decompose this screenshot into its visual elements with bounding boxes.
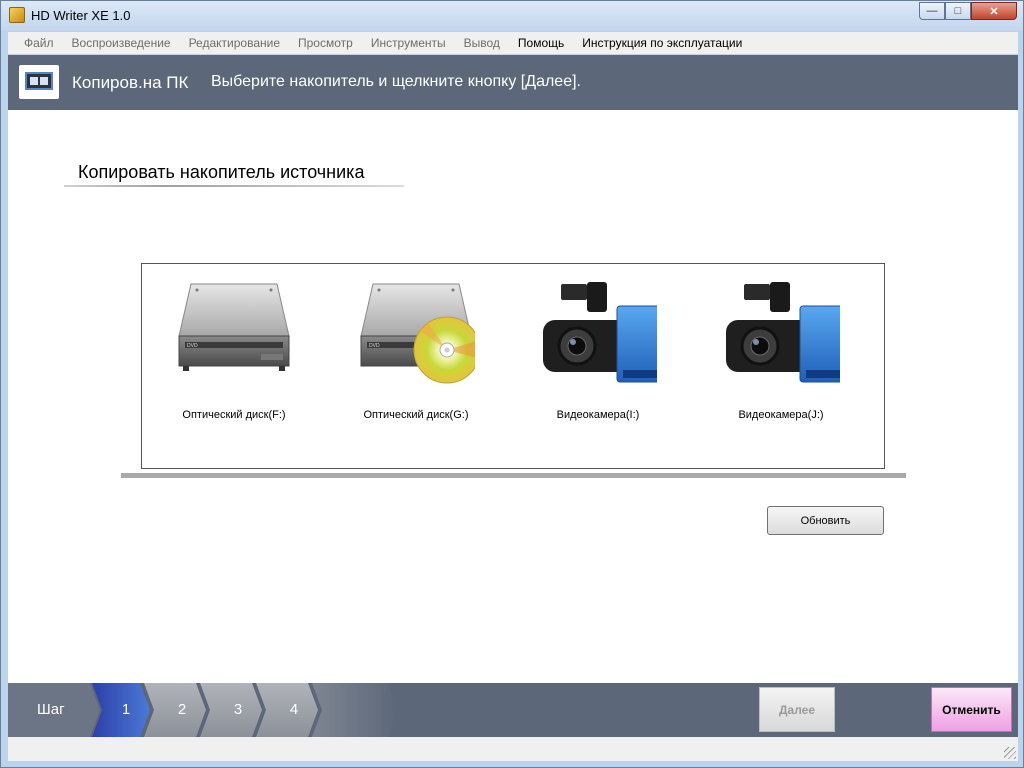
panel-divider (121, 473, 906, 478)
window-controls: — □ ✕ (919, 2, 1017, 22)
drive-label: Оптический диск(G:) (363, 409, 469, 421)
optical-drive-with-disc-icon: DVD (360, 283, 475, 384)
menu-view[interactable]: Просмотр (298, 36, 353, 50)
drive-item-optical-f[interactable]: DVD Оптический диск(F:) (142, 264, 326, 464)
menu-help[interactable]: Помощь (518, 36, 564, 50)
drive-list: DVD Оптический диск(F:) DVD Оптический д… (141, 263, 885, 469)
app-window: HD Writer XE 1.0 — □ ✕ Файл Воспроизведе… (0, 0, 1024, 768)
next-button[interactable]: Далее (759, 687, 835, 732)
drive-label: Оптический диск(F:) (182, 409, 286, 421)
refresh-button[interactable]: Обновить (767, 506, 884, 535)
menu-playback[interactable]: Воспроизведение (72, 36, 171, 50)
drive-item-camcorder-i[interactable]: Видеокамера(I:) (506, 264, 690, 464)
menu-bar: Файл Воспроизведение Редактирование Прос… (8, 32, 1018, 54)
menu-tools[interactable]: Инструменты (371, 36, 446, 50)
title-bar[interactable]: HD Writer XE 1.0 — □ ✕ (1, 1, 1023, 31)
camcorder-sd-card-icon (543, 282, 657, 383)
app-icon[interactable] (9, 7, 25, 23)
drive-item-camcorder-j[interactable]: Видеокамера(J:) (689, 264, 873, 464)
close-button[interactable]: ✕ (971, 2, 1017, 20)
camcorder-sd-card-icon (726, 282, 840, 383)
status-bar (8, 737, 1018, 761)
page-instruction: Выберите накопитель и щелкните кнопку [Д… (211, 73, 581, 90)
optical-drive-icon: DVD (178, 283, 290, 371)
resize-grip[interactable] (1004, 747, 1016, 759)
step-4: 4 (289, 701, 299, 718)
main-content: Копировать накопитель источника DVD Опти… (8, 110, 1018, 683)
copy-to-pc-icon (19, 65, 59, 99)
step-label: Шаг (37, 701, 65, 718)
menu-file[interactable]: Файл (24, 36, 54, 50)
section-divider (64, 185, 404, 187)
window-title: HD Writer XE 1.0 (31, 8, 131, 23)
minimize-button[interactable]: — (919, 2, 945, 20)
page-title: Копиров.на ПК (72, 73, 189, 92)
drive-item-optical-g[interactable]: DVD Оптический диск(G:) (324, 264, 508, 464)
wizard-footer: Шаг 1 2 3 4 Далее Отменить (8, 683, 1018, 737)
svg-text:DVD: DVD (369, 343, 380, 349)
drive-label: Видеокамера(J:) (738, 409, 824, 421)
menu-manual[interactable]: Инструкция по эксплуатации (582, 36, 742, 50)
maximize-button[interactable]: □ (945, 2, 971, 20)
section-title: Копировать накопитель источника (78, 162, 365, 182)
menu-output[interactable]: Вывод (464, 36, 500, 50)
menu-edit[interactable]: Редактирование (189, 36, 280, 50)
drive-label: Видеокамера(I:) (556, 409, 640, 421)
svg-text:DVD: DVD (187, 343, 198, 349)
cancel-button[interactable]: Отменить (931, 687, 1012, 732)
page-header: Копиров.на ПК Выберите накопитель и щелк… (8, 55, 1018, 110)
